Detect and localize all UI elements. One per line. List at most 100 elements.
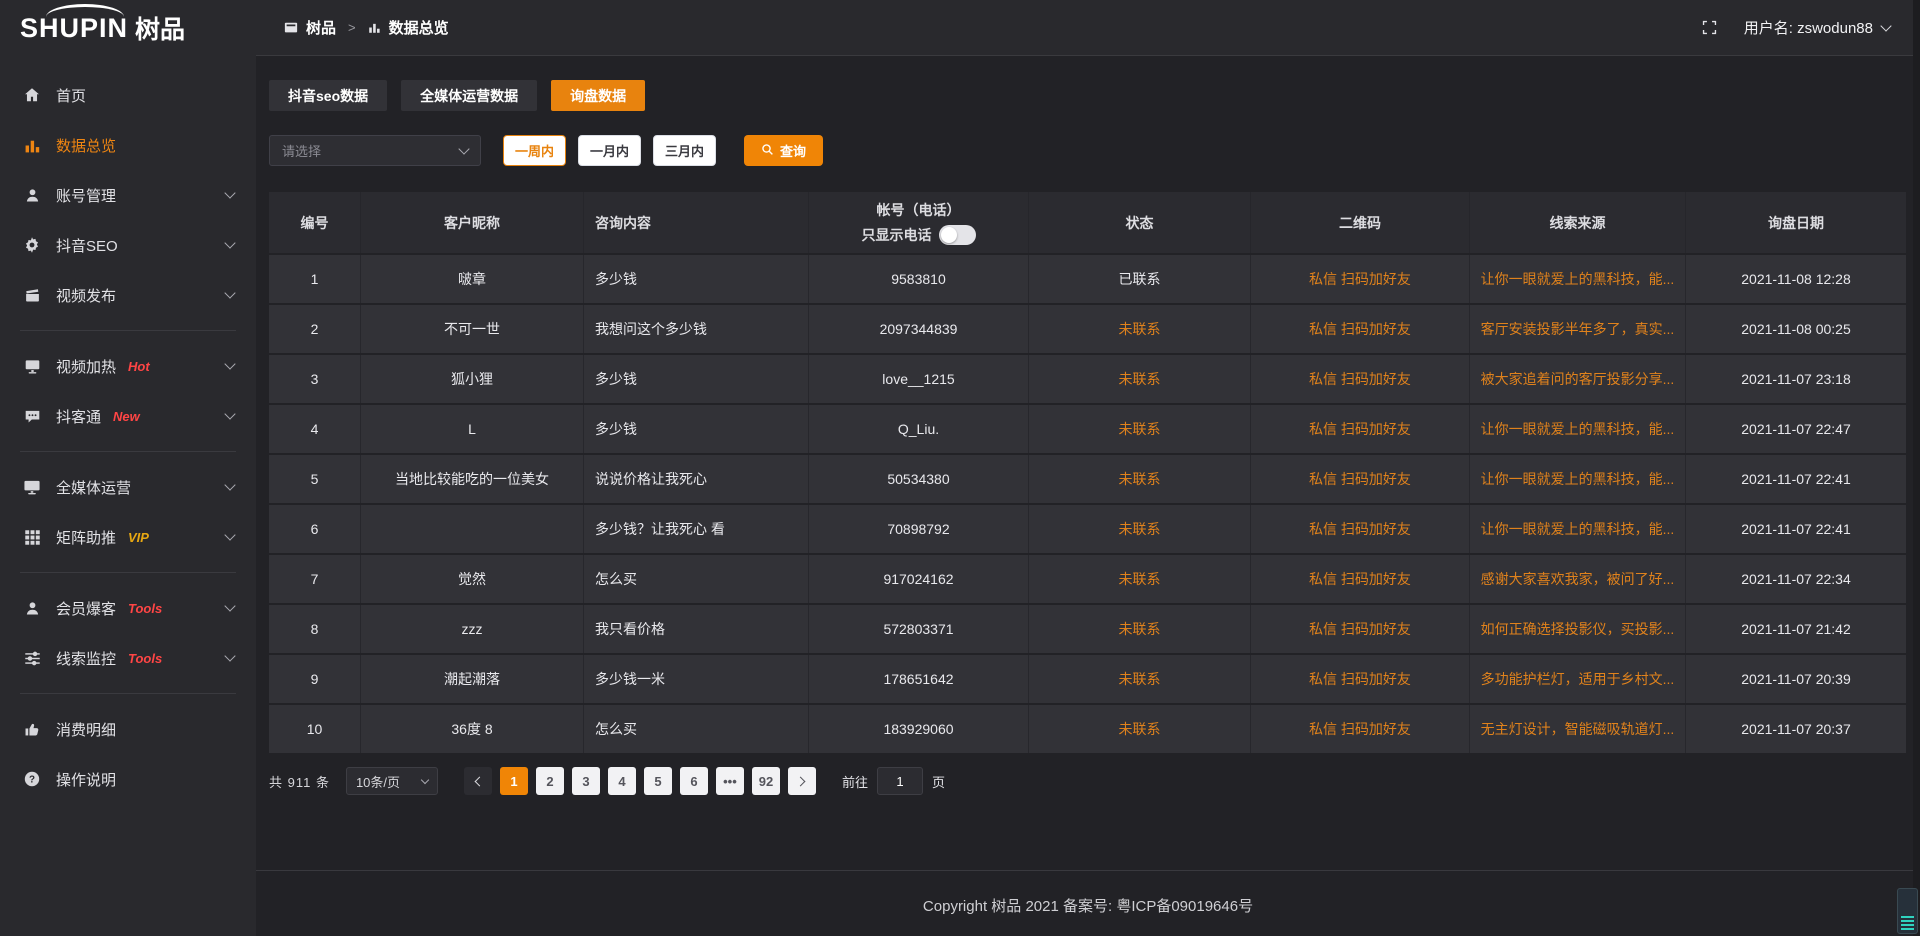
toggle-knob — [941, 227, 957, 243]
clapperboard-icon — [22, 285, 42, 305]
sidebar-item-home[interactable]: 首页 — [0, 70, 256, 120]
cell-status: 未联系 — [1029, 405, 1251, 453]
sidebar-item-lead-monitoring[interactable]: 线索监控 Tools — [0, 633, 256, 683]
cell-source-link[interactable]: 让你一眼就爱上的黑科技，能... — [1470, 505, 1686, 553]
cell-qrcode-link[interactable]: 私信 扫码加好友 — [1251, 505, 1470, 553]
home-icon — [22, 85, 42, 105]
content: 抖音seo数据 全媒体运营数据 询盘数据 请选择 一周内 一月内 三月内 — [256, 56, 1920, 936]
page-size-select[interactable]: 10条/页 — [346, 767, 438, 795]
sliders-icon — [22, 648, 42, 668]
thumb-icon — [22, 719, 42, 739]
gear-icon — [22, 235, 42, 255]
cell-source-link[interactable]: 感谢大家喜欢我家，被问了好... — [1470, 555, 1686, 603]
sidebar-item-label: 全媒体运营 — [56, 477, 131, 498]
cell-date: 2021-11-07 22:47 — [1686, 405, 1906, 453]
cell-qrcode-link[interactable]: 私信 扫码加好友 — [1251, 305, 1470, 353]
sidebar-divider — [20, 451, 236, 452]
topbar-right: 用户名: zswodun88 — [1701, 17, 1890, 38]
sidebar-item-account-management[interactable]: 账号管理 — [0, 170, 256, 220]
main-area: 树品 > 数据总览 用户名: zswodun88 抖音seo数据 — [256, 0, 1920, 936]
table-body: 1 啵章 多少钱 9583810 已联系 私信 扫码加好友 让你一眼就爱上的黑科… — [269, 255, 1906, 755]
select-placeholder: 请选择 — [282, 141, 321, 160]
page-button-6[interactable]: 6 — [680, 767, 708, 795]
jump-suffix: 页 — [932, 772, 945, 791]
chevron-down-icon — [224, 650, 235, 661]
sidebar-item-omnimedia-ops[interactable]: 全媒体运营 — [0, 462, 256, 512]
page-button-5[interactable]: 5 — [644, 767, 672, 795]
table-row: 5 当地比较能吃的一位美女 说说价格让我死心 50534380 未联系 私信 扫… — [269, 455, 1906, 505]
cell-account: 572803371 — [809, 605, 1029, 653]
cell-status: 未联系 — [1029, 455, 1251, 503]
page-jump-input[interactable] — [877, 767, 923, 795]
chevron-down-icon — [224, 600, 235, 611]
cell-qrcode-link[interactable]: 私信 扫码加好友 — [1251, 255, 1470, 303]
chevron-down-icon — [224, 237, 235, 248]
breadcrumb-current: 数据总览 — [389, 17, 449, 38]
prev-page-button[interactable] — [464, 767, 492, 795]
cell-content: 多少钱 — [584, 355, 809, 403]
range-three-months-button[interactable]: 三月内 — [653, 135, 716, 166]
sidebar-item-member-baoke[interactable]: 会员爆客 Tools — [0, 583, 256, 633]
cell-qrcode-link[interactable]: 私信 扫码加好友 — [1251, 705, 1470, 753]
cell-content: 多少钱？让我死心 看 — [584, 505, 809, 553]
table-row: 6 多少钱？让我死心 看 70898792 未联系 私信 扫码加好友 让你一眼就… — [269, 505, 1906, 555]
cell-source-link[interactable]: 让你一眼就爱上的黑科技，能... — [1470, 405, 1686, 453]
page-button-92[interactable]: 92 — [752, 767, 780, 795]
page-button-2[interactable]: 2 — [536, 767, 564, 795]
account-select[interactable]: 请选择 — [269, 135, 481, 166]
cell-content: 多少钱 — [584, 405, 809, 453]
cell-qrcode-link[interactable]: 私信 扫码加好友 — [1251, 405, 1470, 453]
cell-nickname: 觉然 — [361, 555, 584, 603]
sidebar-item-instructions[interactable]: ? 操作说明 — [0, 754, 256, 804]
cell-source-link[interactable]: 无主灯设计，智能磁吸轨道灯... — [1470, 705, 1686, 753]
table-row: 7 觉然 怎么买 917024162 未联系 私信 扫码加好友 感谢大家喜欢我家… — [269, 555, 1906, 605]
sidebar-item-douyin-seo[interactable]: 抖音SEO — [0, 220, 256, 270]
cell-date: 2021-11-08 12:28 — [1686, 255, 1906, 303]
tab-omnimedia-data[interactable]: 全媒体运营数据 — [401, 80, 537, 111]
breadcrumb-home[interactable]: 树品 — [306, 17, 336, 38]
cell-qrcode-link[interactable]: 私信 扫码加好友 — [1251, 355, 1470, 403]
chevron-down-icon — [224, 287, 235, 298]
chat-icon — [22, 406, 42, 426]
search-button[interactable]: 查询 — [744, 135, 823, 166]
cell-qrcode-link[interactable]: 私信 扫码加好友 — [1251, 605, 1470, 653]
sidebar-item-video-publish[interactable]: 视频发布 — [0, 270, 256, 320]
sidebar-item-matrix-boost[interactable]: 矩阵助推 VIP — [0, 512, 256, 562]
tab-douyin-seo-data[interactable]: 抖音seo数据 — [269, 80, 387, 111]
cell-source-link[interactable]: 让你一眼就爱上的黑科技，能... — [1470, 455, 1686, 503]
sidebar-nav: 首页 数据总览 账号管理 抖音SEO — [0, 56, 256, 936]
cell-qrcode-link[interactable]: 私信 扫码加好友 — [1251, 555, 1470, 603]
page-ellipsis-button[interactable]: ••• — [716, 767, 744, 795]
tools-badge: Tools — [128, 651, 162, 666]
page-button-1[interactable]: 1 — [500, 767, 528, 795]
sidebar-item-spending-details[interactable]: 消费明细 — [0, 704, 256, 754]
scrollbar-track[interactable] — [1913, 0, 1920, 936]
tab-inquiry-data[interactable]: 询盘数据 — [551, 80, 645, 111]
cell-source-link[interactable]: 客厅安装投影半年多了，真实... — [1470, 305, 1686, 353]
filter-bar: 请选择 一周内 一月内 三月内 查询 — [269, 135, 1906, 166]
chevron-down-icon — [224, 358, 235, 369]
cell-account: 917024162 — [809, 555, 1029, 603]
cell-qrcode-link[interactable]: 私信 扫码加好友 — [1251, 655, 1470, 703]
sidebar-item-video-heating[interactable]: 视频加热 Hot — [0, 341, 256, 391]
table-row: 9 潮起潮落 多少钱一米 178651642 未联系 私信 扫码加好友 多功能护… — [269, 655, 1906, 705]
sidebar-item-data-overview[interactable]: 数据总览 — [0, 120, 256, 170]
user-menu[interactable]: 用户名: zswodun88 — [1744, 17, 1890, 38]
cell-id: 5 — [269, 455, 361, 503]
range-one-month-button[interactable]: 一月内 — [578, 135, 641, 166]
phone-only-toggle[interactable] — [939, 225, 976, 245]
cell-nickname — [361, 505, 584, 553]
cell-source-link[interactable]: 如何正确选择投影仪，买投影... — [1470, 605, 1686, 653]
range-one-week-button[interactable]: 一周内 — [503, 135, 566, 166]
fullscreen-icon[interactable] — [1701, 19, 1718, 36]
cell-source-link[interactable]: 多功能护栏灯，适用于乡村文... — [1470, 655, 1686, 703]
cell-source-link[interactable]: 被大家追着问的客厅投影分享... — [1470, 355, 1686, 403]
cell-source-link[interactable]: 让你一眼就爱上的黑科技，能... — [1470, 255, 1686, 303]
next-page-button[interactable] — [788, 767, 816, 795]
page-button-3[interactable]: 3 — [572, 767, 600, 795]
sidebar-item-doukoutong[interactable]: 抖客通 New — [0, 391, 256, 441]
cell-status: 未联系 — [1029, 305, 1251, 353]
page-button-4[interactable]: 4 — [608, 767, 636, 795]
cell-status: 未联系 — [1029, 505, 1251, 553]
cell-qrcode-link[interactable]: 私信 扫码加好友 — [1251, 455, 1470, 503]
